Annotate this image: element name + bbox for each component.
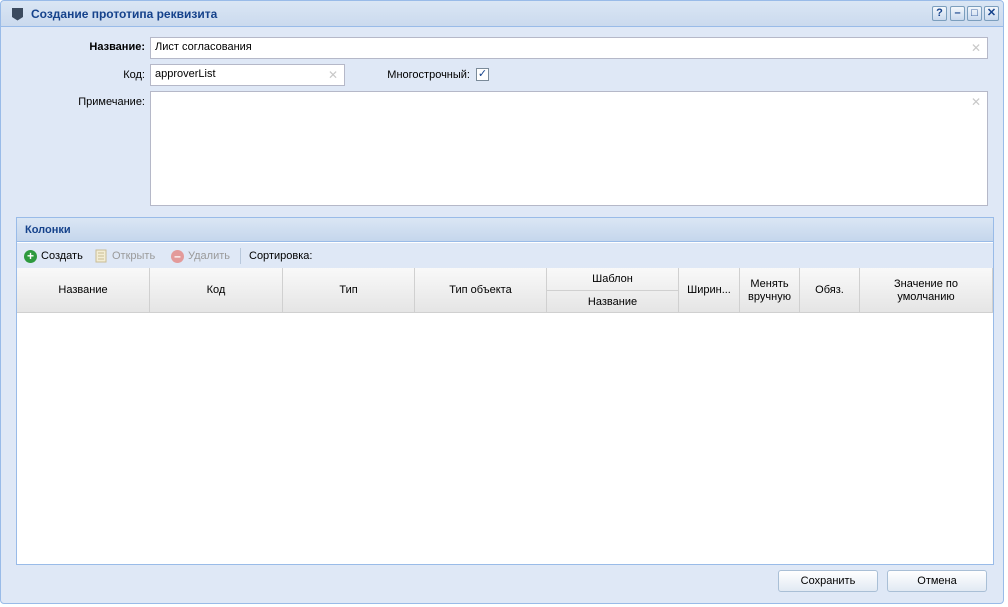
create-button-label: Создать (41, 250, 83, 262)
sort-label: Сортировка: (249, 250, 313, 262)
code-field-value: approverList (155, 68, 216, 80)
note-textarea[interactable]: ✕ (150, 91, 988, 206)
title-bar[interactable]: Создание прототипа реквизита ? – □ ✕ (1, 1, 1003, 27)
name-label: Название: (89, 41, 145, 53)
delete-button[interactable]: – Удалить (171, 248, 230, 264)
clear-icon[interactable]: ✕ (971, 41, 981, 55)
document-icon (95, 249, 107, 263)
header-template-name[interactable]: Название (547, 291, 679, 313)
header-manual-edit[interactable]: Менять вручную (740, 268, 800, 313)
add-icon: + (24, 249, 37, 263)
grid-body[interactable] (17, 314, 993, 564)
cancel-button[interactable]: Отмена (887, 570, 987, 592)
note-label: Примечание: (78, 96, 145, 108)
name-field-value: Лист согласования (155, 41, 252, 53)
create-button[interactable]: + Создать (24, 248, 83, 264)
clear-icon[interactable]: ✕ (328, 68, 338, 82)
header-object-type[interactable]: Тип объекта (415, 268, 547, 313)
toolbar-separator (240, 248, 241, 264)
open-button[interactable]: Открыть (95, 248, 155, 264)
clear-icon[interactable]: ✕ (971, 95, 981, 109)
columns-grid-panel: Колонки + Создать Открыть – Удалить Сорт… (16, 217, 994, 565)
minimize-button[interactable]: – (950, 6, 965, 21)
window-title: Создание прототипа реквизита (31, 7, 218, 21)
header-required[interactable]: Обяз. (800, 268, 860, 313)
window-icon (12, 8, 23, 21)
form-panel: Название: Лист согласования ✕ Код: appro… (10, 31, 995, 213)
open-button-label: Открыть (112, 250, 156, 262)
columns-toolbar: + Создать Открыть – Удалить Сортировка: (17, 243, 993, 268)
dialog-window: Создание прототипа реквизита ? – □ ✕ Наз… (0, 0, 1004, 604)
multiline-checkbox[interactable]: ✓ (476, 68, 489, 81)
name-field[interactable]: Лист согласования ✕ (150, 37, 988, 59)
grid-column-headers: Название Код Тип Тип объекта Шаблон Назв… (17, 268, 993, 313)
header-type[interactable]: Тип (283, 268, 415, 313)
close-button[interactable]: ✕ (984, 6, 999, 21)
header-name[interactable]: Название (17, 268, 150, 313)
header-width[interactable]: Ширин... (679, 268, 740, 313)
multiline-label: Многострочный: (387, 69, 470, 81)
code-field[interactable]: approverList ✕ (150, 64, 345, 86)
remove-icon: – (171, 249, 184, 263)
header-default-value[interactable]: Значение по умолчанию (860, 268, 993, 313)
header-template: Шаблон (547, 268, 679, 291)
maximize-button[interactable]: □ (967, 6, 982, 21)
delete-button-label: Удалить (188, 250, 230, 262)
columns-panel-header: Колонки (17, 218, 993, 242)
code-label: Код: (123, 69, 145, 81)
save-button[interactable]: Сохранить (778, 570, 878, 592)
help-button[interactable]: ? (932, 6, 947, 21)
columns-panel-title: Колонки (25, 224, 71, 236)
header-code[interactable]: Код (150, 268, 283, 313)
